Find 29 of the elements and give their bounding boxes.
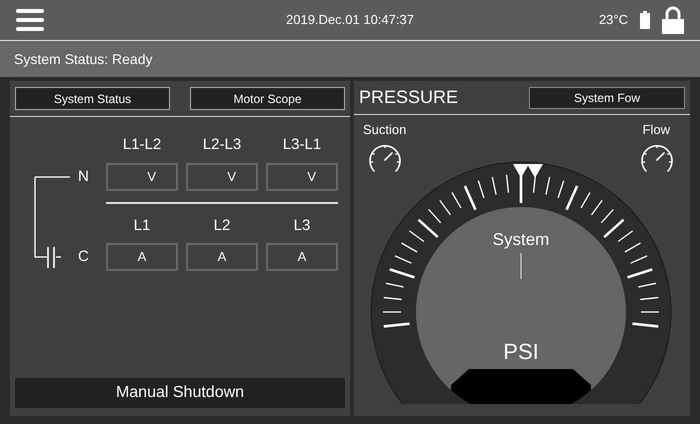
- column-label: L2: [212, 216, 232, 236]
- voltage-readout: V: [266, 163, 338, 191]
- temperature: 23°C: [598, 11, 628, 30]
- column-label: L3: [292, 216, 312, 236]
- battery-icon: [640, 11, 650, 29]
- panel-title: PRESSURE: [359, 86, 458, 109]
- current-readout: A: [106, 243, 178, 271]
- column-label: L1: [132, 216, 152, 236]
- system-flow-button[interactable]: System Fow: [529, 86, 685, 108]
- lock-icon[interactable]: [662, 6, 684, 34]
- shutdown-button[interactable]: Manual Shutdown: [15, 378, 345, 408]
- gauge-label: System: [492, 229, 550, 251]
- voltage-readout: V: [106, 163, 178, 191]
- voltage-readout: V: [186, 163, 258, 191]
- column-label: L1-L2: [122, 134, 162, 155]
- gauge-unit: PSI: [502, 338, 540, 366]
- menu-icon[interactable]: [16, 9, 44, 31]
- panel-tab[interactable]: System Status: [15, 87, 170, 110]
- suction-label: Suction: [363, 121, 406, 139]
- n-label: N: [78, 166, 90, 187]
- current-readout: A: [186, 243, 258, 271]
- status-text: System Status: Ready: [14, 50, 153, 69]
- c-label: C: [78, 246, 90, 267]
- column-label: L2-L3: [202, 134, 242, 155]
- flow-label: Flow: [642, 121, 670, 139]
- column-label: L3-L1: [282, 134, 322, 155]
- date-time: 2019.Dec.01 10:47:37: [286, 11, 414, 30]
- panel-tab[interactable]: Motor Scope: [190, 87, 345, 110]
- current-readout: A: [266, 243, 338, 271]
